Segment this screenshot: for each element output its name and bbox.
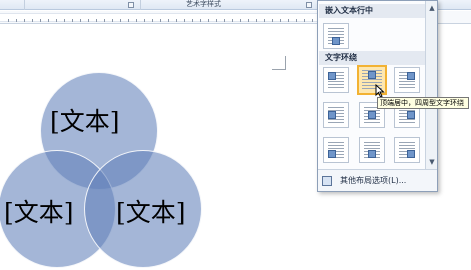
- page-margin-mark: [272, 56, 286, 70]
- picture-icon: [407, 111, 415, 119]
- picture-icon: [407, 72, 415, 80]
- ruler-text-area: [0, 13, 318, 22]
- picture-icon: [368, 111, 376, 119]
- picture-icon: [368, 71, 376, 79]
- more-layout-options-label: 其他布局选项(L)...: [340, 176, 407, 185]
- wrap-option-bottom-right[interactable]: [394, 137, 420, 163]
- venn-label-top[interactable]: [文本]: [50, 107, 120, 137]
- picture-icon: [407, 150, 415, 158]
- ribbon-group-label: 艺术字样式: [186, 0, 221, 8]
- picture-icon: [328, 111, 336, 119]
- wrap-option-top-right[interactable]: [394, 67, 420, 93]
- wrap-option-top-left[interactable]: [323, 67, 349, 93]
- ribbon-separator: [140, 0, 141, 10]
- picture-icon: [328, 72, 336, 80]
- mouse-pointer-icon: [375, 84, 385, 98]
- wrap-option-middle-left[interactable]: [323, 102, 349, 128]
- more-layout-options-item[interactable]: 其他布局选项(L)...: [318, 169, 437, 191]
- wrap-option-bottom-left[interactable]: [323, 137, 349, 163]
- picture-icon: [328, 150, 336, 158]
- dialog-launcher-icon[interactable]: [306, 2, 312, 8]
- section-header-inline: 嵌入文本行中: [319, 4, 426, 18]
- venn-label-left[interactable]: [文本]: [4, 198, 74, 228]
- venn-label-right[interactable]: [文本]: [116, 198, 186, 228]
- wrap-option-bottom-center[interactable]: [359, 137, 385, 163]
- picture-icon: [332, 37, 340, 45]
- dialog-launcher-icon[interactable]: [128, 2, 134, 8]
- tooltip: 顶端居中，四周型文字环绕: [377, 97, 469, 109]
- scroll-down-button[interactable]: ▼: [427, 157, 437, 167]
- ribbon-separator: [24, 0, 25, 10]
- section-header-wrap: 文字环绕: [319, 51, 426, 65]
- picture-icon: [368, 150, 376, 158]
- layout-options-icon: [322, 176, 332, 186]
- wrap-option-inline[interactable]: [323, 23, 349, 49]
- scroll-up-button[interactable]: ▲: [427, 3, 437, 13]
- gallery-scrollbar[interactable]: ▲ ▼: [425, 1, 437, 169]
